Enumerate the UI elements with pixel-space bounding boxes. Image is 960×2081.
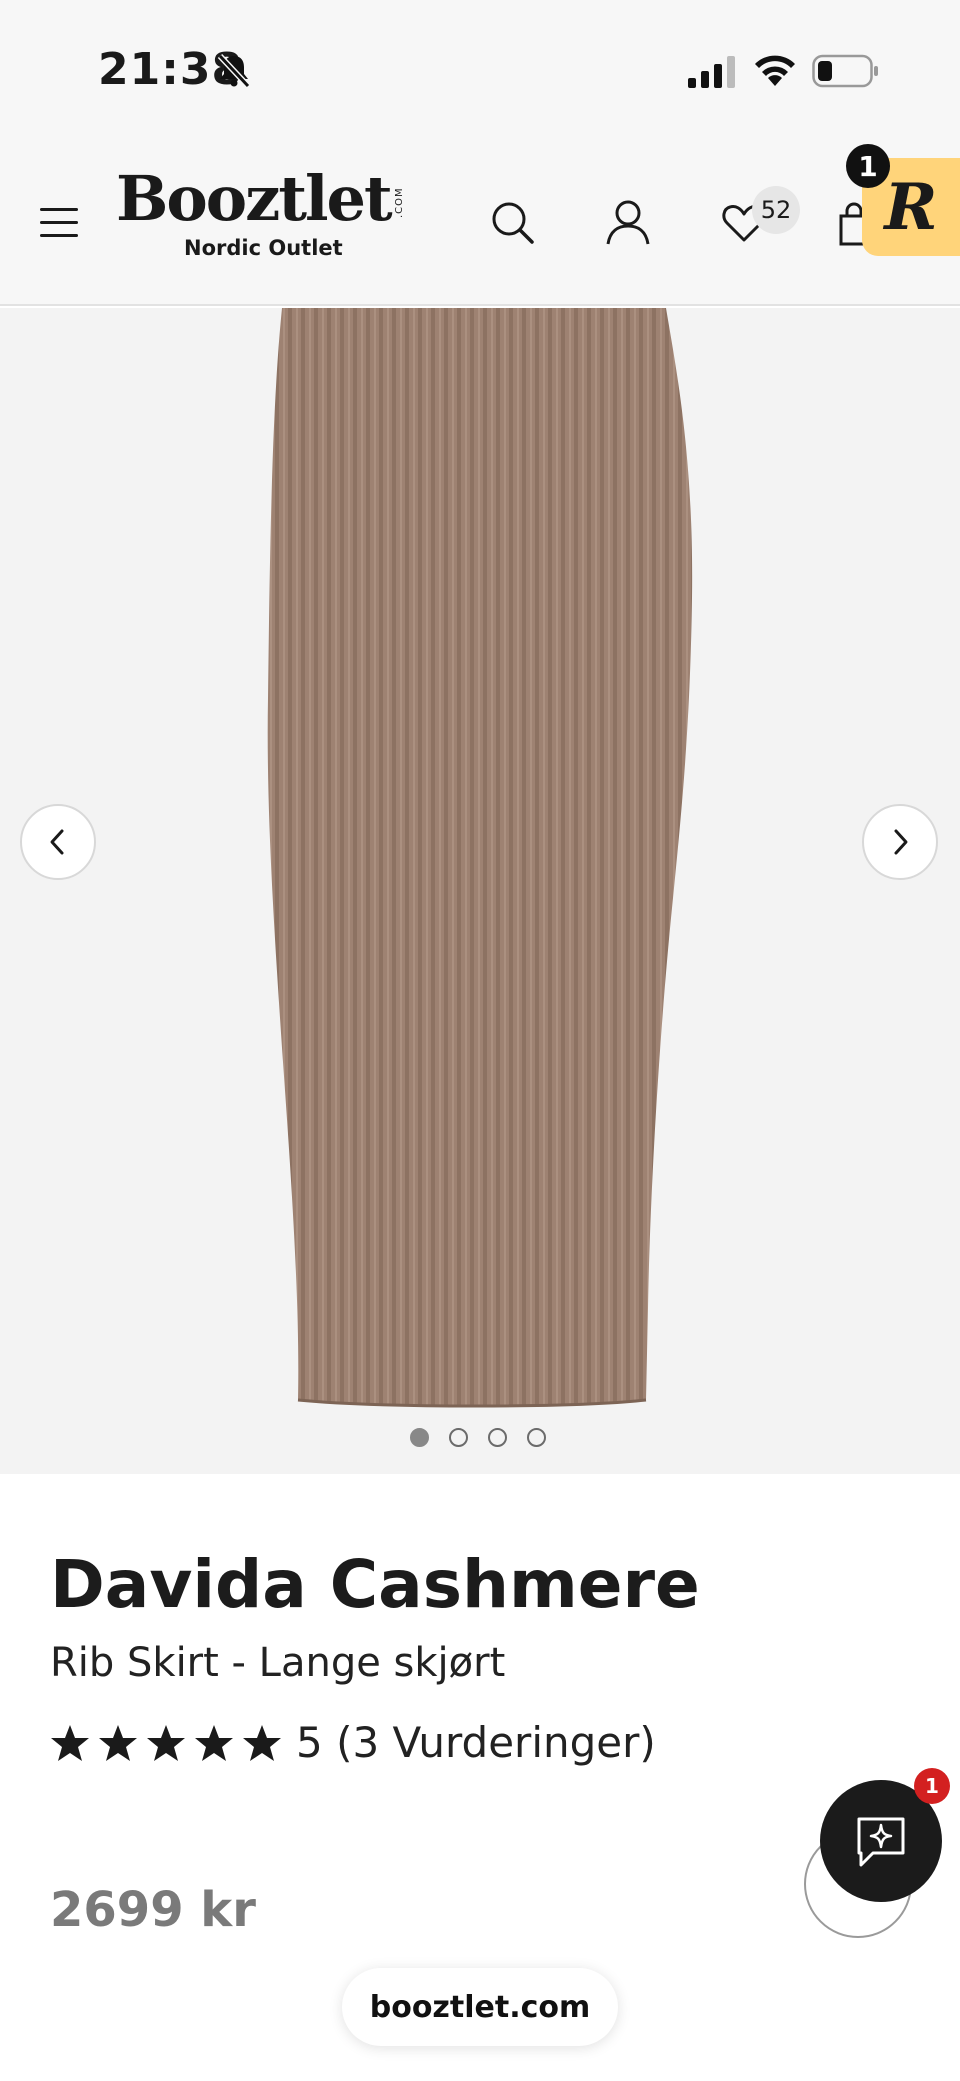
hamburger-menu-icon[interactable] (40, 208, 78, 238)
logo-wordmark: Booztlet (116, 162, 393, 235)
product-image (267, 308, 693, 1408)
bell-slash-icon (217, 53, 251, 89)
gallery-next-button[interactable] (862, 804, 938, 880)
chevron-right-icon (894, 829, 908, 855)
status-bar: 21:38 (0, 0, 960, 130)
gallery-prev-button[interactable] (20, 804, 96, 880)
browser-url-bar[interactable]: booztlet.com (342, 1968, 618, 2046)
star-icon (147, 1724, 185, 1761)
chat-sparkle-icon (857, 1817, 905, 1867)
search-icon[interactable] (488, 198, 536, 246)
chevron-left-icon (50, 829, 64, 855)
gallery-dot[interactable] (410, 1428, 429, 1447)
cellular-signal-icon (688, 56, 735, 88)
product-price: 2699 kr (50, 1882, 256, 1938)
wishlist-count-badge: 52 (752, 186, 800, 234)
chat-notification-badge: 1 (914, 1768, 950, 1804)
rating-stars (50, 1723, 282, 1763)
product-brand[interactable]: Davida Cashmere (50, 1546, 700, 1623)
rating-summary: 5 (3 Vurderinger) (296, 1718, 656, 1767)
gallery-dot[interactable] (488, 1428, 507, 1447)
gallery-dot[interactable] (449, 1428, 468, 1447)
product-name: Rib Skirt - Lange skjørt (50, 1640, 506, 1686)
star-icon (51, 1724, 89, 1761)
product-rating[interactable]: 5 (3 Vurderinger) (50, 1718, 656, 1767)
gallery-dot[interactable] (527, 1428, 546, 1447)
battery-icon (812, 54, 878, 88)
star-icon (243, 1724, 281, 1761)
product-image-gallery[interactable] (0, 308, 960, 1474)
user-icon[interactable] (604, 198, 652, 246)
site-header: Booztlet .COM Nordic Outlet 52 R 1 (0, 130, 960, 306)
star-icon (195, 1724, 233, 1761)
gallery-pagination (410, 1428, 546, 1447)
logo-tagline: Nordic Outlet (184, 236, 343, 260)
star-icon (99, 1724, 137, 1761)
logo-domain-suffix: .COM (394, 187, 405, 218)
site-logo[interactable]: Booztlet .COM Nordic Outlet (116, 162, 416, 261)
wifi-icon (755, 55, 795, 86)
rewards-count-badge: 1 (846, 144, 890, 188)
